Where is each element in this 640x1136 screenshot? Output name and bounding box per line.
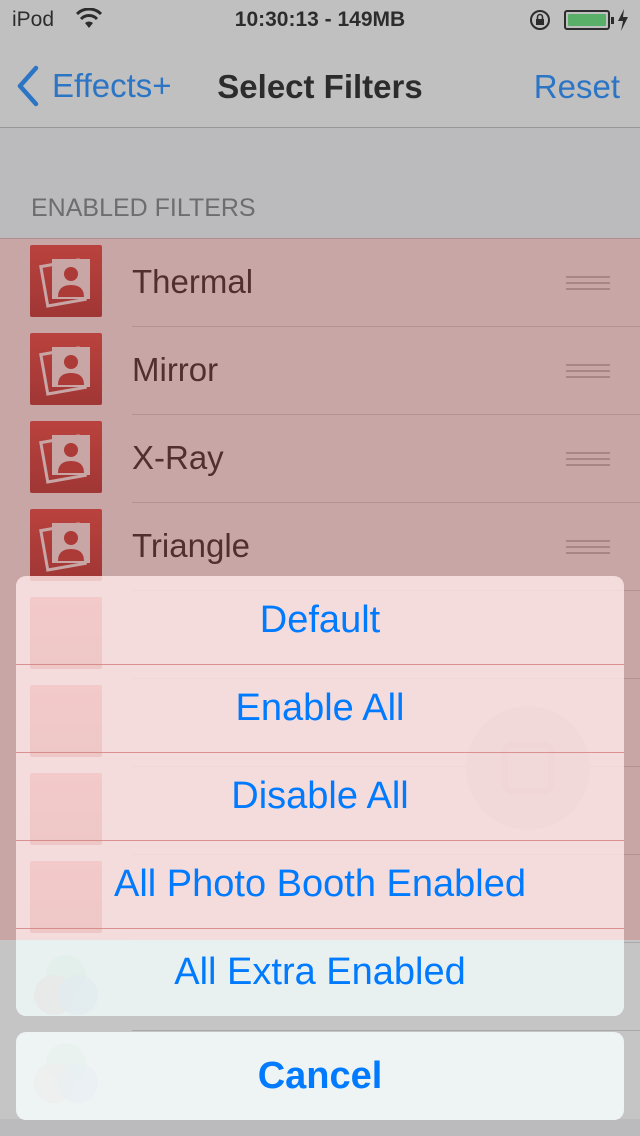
cancel-button[interactable]: Cancel	[16, 1032, 624, 1120]
enable-all-button[interactable]: Enable All	[16, 664, 624, 752]
all-extra-enabled-button[interactable]: All Extra Enabled	[16, 928, 624, 1016]
default-button[interactable]: Default	[16, 576, 624, 664]
all-photo-booth-enabled-button[interactable]: All Photo Booth Enabled	[16, 840, 624, 928]
disable-all-button[interactable]: Disable All	[16, 752, 624, 840]
action-sheet: Default Enable All Disable All All Photo…	[16, 576, 624, 1016]
